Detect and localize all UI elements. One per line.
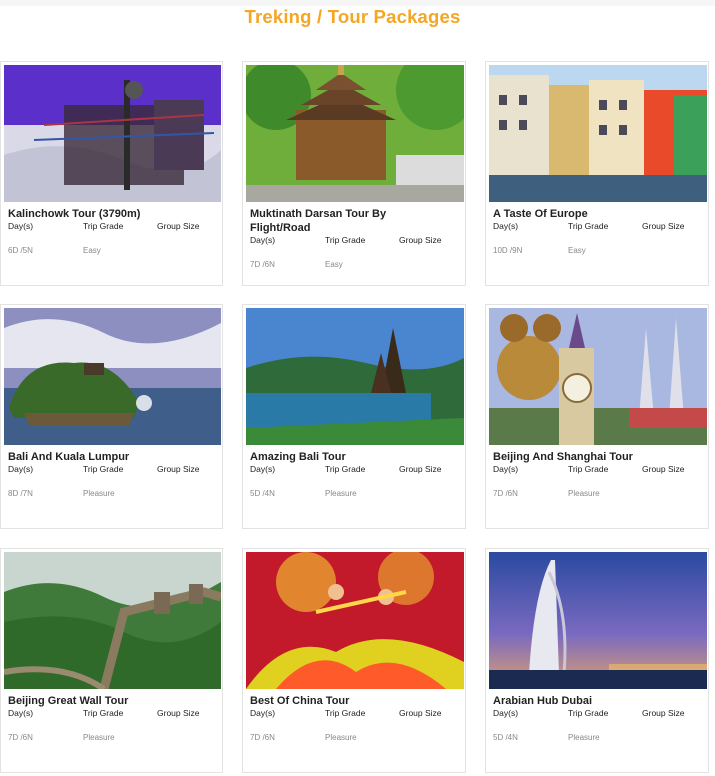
days-value: 5D /4N <box>493 733 518 742</box>
days-value: 7D /6N <box>8 733 33 742</box>
days-label: Day(s) <box>8 464 34 474</box>
trip-grade-value: Pleasure <box>83 733 115 742</box>
package-image[interactable] <box>489 552 707 689</box>
trip-grade-value: Easy <box>568 246 586 255</box>
group-size-label: Group Size <box>157 708 200 718</box>
group-size-label: Group Size <box>642 708 685 718</box>
days-label: Day(s) <box>250 464 276 474</box>
group-size-label: Group Size <box>399 708 442 718</box>
trip-grade-label: Trip Grade <box>83 464 124 474</box>
package-card[interactable]: Best Of China Tour Day(s) Trip Grade Gro… <box>242 548 466 773</box>
trip-grade-label: Trip Grade <box>325 464 366 474</box>
trip-grade-value: Pleasure <box>325 733 357 742</box>
days-label: Day(s) <box>250 708 276 718</box>
group-size-label: Group Size <box>399 235 442 245</box>
days-value: 10D /9N <box>493 246 523 255</box>
package-card[interactable]: Beijing Great Wall Tour Day(s) Trip Grad… <box>0 548 223 773</box>
package-image[interactable] <box>489 308 707 445</box>
package-image[interactable] <box>246 308 464 445</box>
trip-grade-label: Trip Grade <box>568 221 609 231</box>
trip-grade-value: Pleasure <box>325 489 357 498</box>
package-card[interactable]: A Taste Of Europe Day(s) Trip Grade Grou… <box>485 61 709 286</box>
group-size-label: Group Size <box>157 221 200 231</box>
trip-grade-value: Easy <box>83 246 101 255</box>
trip-grade-label: Trip Grade <box>325 235 366 245</box>
package-card[interactable]: Bali And Kuala Lumpur Day(s) Trip Grade … <box>0 304 223 529</box>
days-label: Day(s) <box>250 235 276 245</box>
trip-grade-value: Pleasure <box>568 733 600 742</box>
trip-grade-label: Trip Grade <box>568 464 609 474</box>
package-card[interactable]: Muktinath Darsan Tour By Flight/Road Day… <box>242 61 466 286</box>
days-value: 7D /6N <box>250 260 275 269</box>
days-label: Day(s) <box>8 708 34 718</box>
package-card[interactable]: Kalinchowk Tour (3790m) Day(s) Trip Grad… <box>0 61 223 286</box>
package-title[interactable]: Best Of China Tour <box>250 694 460 708</box>
group-size-label: Group Size <box>642 221 685 231</box>
days-label: Day(s) <box>493 708 519 718</box>
package-title[interactable]: Beijing Great Wall Tour <box>8 694 218 708</box>
days-value: 5D /4N <box>250 489 275 498</box>
days-value: 6D /5N <box>8 246 33 255</box>
trip-grade-label: Trip Grade <box>325 708 366 718</box>
trip-grade-label: Trip Grade <box>568 708 609 718</box>
trip-grade-value: Pleasure <box>568 489 600 498</box>
package-title[interactable]: A Taste Of Europe <box>493 207 703 221</box>
package-card[interactable]: Beijing And Shanghai Tour Day(s) Trip Gr… <box>485 304 709 529</box>
package-image[interactable] <box>4 308 221 445</box>
trip-grade-label: Trip Grade <box>83 708 124 718</box>
package-card[interactable]: Arabian Hub Dubai Day(s) Trip Grade Grou… <box>485 548 709 773</box>
package-title[interactable]: Arabian Hub Dubai <box>493 694 703 708</box>
group-size-label: Group Size <box>642 464 685 474</box>
package-image[interactable] <box>489 65 707 202</box>
package-image[interactable] <box>4 552 221 689</box>
trip-grade-label: Trip Grade <box>83 221 124 231</box>
days-label: Day(s) <box>493 221 519 231</box>
trip-grade-value: Pleasure <box>83 489 115 498</box>
group-size-label: Group Size <box>157 464 200 474</box>
page-title: Treking / Tour Packages <box>244 6 461 27</box>
package-image[interactable] <box>246 552 464 689</box>
package-image[interactable] <box>4 65 221 202</box>
days-label: Day(s) <box>493 464 519 474</box>
package-image[interactable] <box>246 65 464 202</box>
package-title[interactable]: Bali And Kuala Lumpur <box>8 450 218 464</box>
trip-grade-value: Easy <box>325 260 343 269</box>
group-size-label: Group Size <box>399 464 442 474</box>
days-value: 7D /6N <box>493 489 518 498</box>
days-value: 8D /7N <box>8 489 33 498</box>
package-title[interactable]: Kalinchowk Tour (3790m) <box>8 207 218 221</box>
days-value: 7D /6N <box>250 733 275 742</box>
package-title[interactable]: Muktinath Darsan Tour By Flight/Road <box>250 207 420 235</box>
package-card[interactable]: Amazing Bali Tour Day(s) Trip Grade Grou… <box>242 304 466 529</box>
package-title[interactable]: Beijing And Shanghai Tour <box>493 450 703 464</box>
package-title[interactable]: Amazing Bali Tour <box>250 450 460 464</box>
days-label: Day(s) <box>8 221 34 231</box>
